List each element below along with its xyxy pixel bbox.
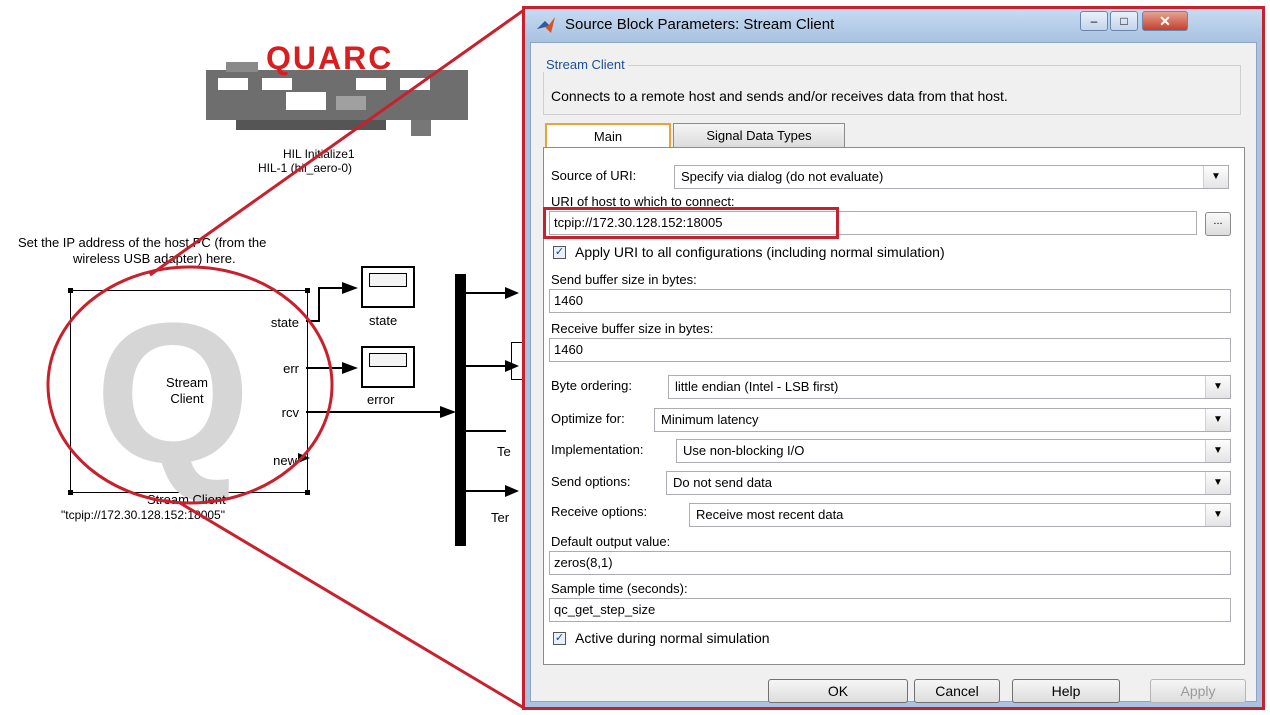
active-normal-label: Active during normal simulation (575, 630, 770, 646)
minimize-button[interactable]: – (1080, 11, 1108, 31)
optimize-select[interactable]: Minimum latency ▼ (654, 408, 1231, 432)
receive-buffer-input[interactable]: 1460 (549, 338, 1231, 362)
sample-time-label: Sample time (seconds): (551, 581, 688, 596)
chevron-down-icon: ▼ (1203, 166, 1228, 188)
uri-highlight-box (543, 207, 839, 239)
implementation-label: Implementation: (551, 442, 644, 457)
chevron-down-icon: ▼ (1205, 440, 1230, 462)
optimize-label: Optimize for: (551, 411, 625, 426)
chevron-down-icon: ▼ (1205, 409, 1230, 431)
close-button[interactable]: ✕ (1142, 11, 1188, 31)
apply-uri-checkbox[interactable]: ✓ (553, 246, 566, 259)
maximize-button[interactable]: □ (1110, 11, 1138, 31)
pointer-line (149, 8, 525, 277)
receive-buffer-label: Receive buffer size in bytes: (551, 321, 714, 336)
main-tab-panel: Source of URI: Specify via dialog (do no… (543, 147, 1245, 665)
dialog-title: Source Block Parameters: Stream Client (565, 16, 835, 33)
implementation-select[interactable]: Use non-blocking I/O ▼ (676, 439, 1231, 463)
help-button[interactable]: Help (1012, 679, 1120, 703)
send-buffer-input[interactable]: 1460 (549, 289, 1231, 313)
dialog-titlebar[interactable]: Source Block Parameters: Stream Client –… (525, 9, 1262, 41)
sample-time-input[interactable]: qc_get_step_size (549, 598, 1231, 622)
dialog-body: Stream Client Connects to a remote host … (530, 42, 1257, 703)
send-buffer-label: Send buffer size in bytes: (551, 272, 697, 287)
default-output-label: Default output value: (551, 534, 671, 549)
pointer-line (179, 501, 525, 710)
chevron-down-icon: ▼ (1205, 504, 1230, 526)
active-normal-checkbox[interactable]: ✓ (553, 632, 566, 645)
apply-uri-label: Apply URI to all configurations (includi… (575, 244, 945, 260)
ok-button[interactable]: OK (768, 679, 908, 703)
receive-options-select[interactable]: Receive most recent data ▼ (689, 503, 1231, 527)
cancel-button[interactable]: Cancel (914, 679, 1000, 703)
apply-button[interactable]: Apply (1150, 679, 1246, 703)
byte-ordering-select[interactable]: little endian (Intel - LSB first) ▼ (668, 375, 1231, 399)
source-block-parameters-dialog: Source Block Parameters: Stream Client –… (522, 6, 1265, 710)
source-uri-select[interactable]: Specify via dialog (do not evaluate) ▼ (674, 165, 1229, 189)
byte-ordering-label: Byte ordering: (551, 378, 632, 393)
tab-signal-data-types[interactable]: Signal Data Types (673, 123, 845, 147)
receive-options-label: Receive options: (551, 504, 648, 519)
block-description: Connects to a remote host and sends and/… (551, 88, 1008, 104)
highlight-circle (46, 265, 334, 505)
default-output-input[interactable]: zeros(8,1) (549, 551, 1231, 575)
browse-button[interactable]: ... (1205, 212, 1231, 236)
chevron-down-icon: ▼ (1205, 376, 1230, 398)
send-options-label: Send options: (551, 474, 631, 489)
source-uri-label: Source of URI: (551, 168, 637, 183)
chevron-down-icon: ▼ (1205, 472, 1230, 494)
matlab-icon (537, 17, 555, 33)
send-options-select[interactable]: Do not send data ▼ (666, 471, 1231, 495)
group-title: Stream Client (543, 57, 628, 72)
